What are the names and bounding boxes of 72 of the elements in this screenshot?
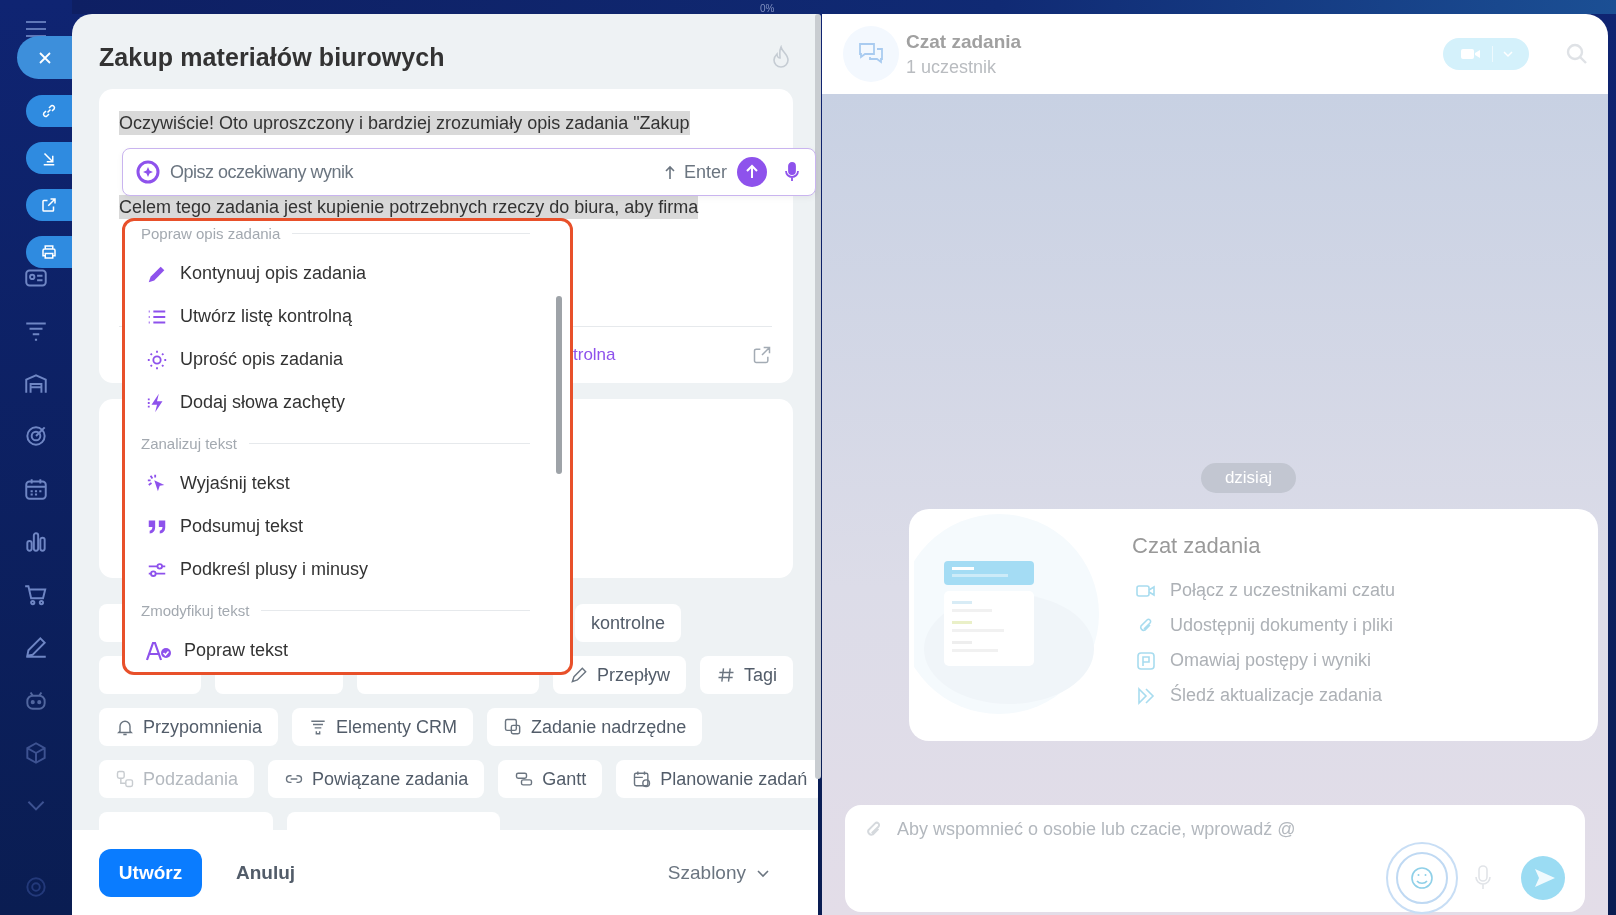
ai-prompt-field[interactable]: Opisz oczekiwany wynik (168, 160, 656, 184)
checklist-link[interactable]: trolna (573, 345, 616, 365)
open-in-new-window-button[interactable] (26, 189, 72, 221)
menu-item[interactable]: Podsumuj tekst (141, 505, 530, 548)
gantt-icon (514, 769, 535, 789)
open-in-new-window-icon[interactable] (752, 345, 772, 365)
close-icon (36, 49, 53, 66)
double-chevron-icon (1136, 685, 1156, 706)
feature-text: Omawiaj postępy i wyniki (1170, 650, 1372, 671)
field-chip[interactable]: kontrolne (575, 604, 682, 642)
menu-section-title: Popraw opis zadania (141, 224, 281, 242)
enter-hint: Enter (683, 161, 727, 183)
submit-button[interactable] (737, 157, 767, 187)
print-button[interactable] (26, 236, 72, 268)
progress-label: 0% (760, 3, 775, 14)
sun-icon (146, 348, 168, 371)
pencil-icon[interactable] (23, 634, 49, 661)
flag-icon (1136, 650, 1156, 671)
download-button[interactable] (26, 142, 72, 174)
arrow-up-icon (744, 164, 760, 180)
calendar-clock-icon (632, 769, 653, 789)
templates-dropdown[interactable]: Szablony (661, 860, 776, 885)
field-chip[interactable]: Powiązane zadania (268, 760, 485, 798)
menu-item[interactable]: Wyjaśnij tekst (141, 462, 530, 505)
menu-item[interactable]: Popraw tekst (141, 629, 530, 672)
ai-assistant-icon (136, 160, 160, 184)
field-chip[interactable]: Elementy CRM (292, 708, 474, 746)
menu-item[interactable]: Uprość opis zadania (141, 338, 530, 381)
participant-count: 1 uczestnik (906, 56, 998, 78)
send-icon (1533, 868, 1557, 888)
close-button[interactable] (17, 36, 72, 79)
cancel-button[interactable]: Anuluj (222, 861, 310, 884)
message-input-field[interactable]: Aby wspomnieć o osobie lub czacie, wprowadź @ (895, 818, 1565, 841)
feature-text: Udostępnij dokumenty i pliki (1170, 615, 1394, 636)
field-chip[interactable]: Przepływ (552, 656, 686, 694)
feature-text: Śledź aktualizacje zadania (1170, 685, 1383, 706)
copy-link-button[interactable] (26, 95, 72, 127)
printer-icon (40, 243, 58, 261)
menu-section-title: Zmodyfikuj tekst (141, 601, 250, 619)
chevron-down-icon (1502, 50, 1513, 58)
feature-text: Połącz z uczestnikami czatu (1170, 580, 1396, 601)
field-chip[interactable]: Planowanie zadań (616, 760, 818, 798)
create-button[interactable]: Utwórz (99, 848, 202, 897)
message-composer[interactable]: Aby wspomnieć o osobie lub czacie, wprowadź @ (845, 805, 1585, 912)
field-chip[interactable]: Zadanie nadrzędne (487, 708, 703, 746)
description-text[interactable]: Oczywiście! Oto uproszczony i bardziej zrozumiały opis zadania "Zakup (119, 111, 690, 135)
description-text[interactable]: Celem tego zadania jest kupienie potrzebnych rzeczy do biura, aby firma (119, 195, 699, 219)
field-chip[interactable]: Gantt (498, 760, 603, 798)
field-chip[interactable]: Przypomnienia (99, 708, 279, 746)
video-camera-icon (1136, 582, 1156, 599)
video-camera-icon (1459, 47, 1482, 61)
menu-item[interactable]: Podkreśl plusy i minusy (141, 548, 530, 591)
subtasks-icon (115, 769, 135, 789)
welcome-title: Czat zadania (1132, 533, 1262, 559)
task-title: Zakup materiałów biurowych (99, 42, 445, 72)
menu-section-title: Zanalizuj tekst (141, 434, 237, 452)
menu-item[interactable]: Utwórz listę kontrolną (141, 295, 530, 338)
return-key-icon (663, 164, 676, 180)
chat-bubbles-icon (857, 41, 885, 67)
link-icon (40, 102, 58, 120)
field-chip[interactable]: Tagi (699, 656, 793, 694)
pencil-icon (568, 665, 589, 685)
ai-prompt-bar[interactable]: Opisz oczekiwany wynik Enter (122, 148, 816, 196)
chat-title: Czat zadania (906, 30, 1023, 53)
menu-item[interactable]: Dodaj słowa zachęty (141, 381, 530, 424)
microphone-icon[interactable] (785, 162, 799, 182)
external-link-icon (40, 196, 58, 214)
calendar-icon[interactable] (23, 476, 49, 503)
spellcheck-icon (146, 639, 172, 662)
menu-item[interactable]: Kontynuuj opis zadania (141, 252, 530, 295)
menu-icon[interactable] (25, 20, 47, 38)
date-divider: dzisiaj (1200, 463, 1297, 493)
